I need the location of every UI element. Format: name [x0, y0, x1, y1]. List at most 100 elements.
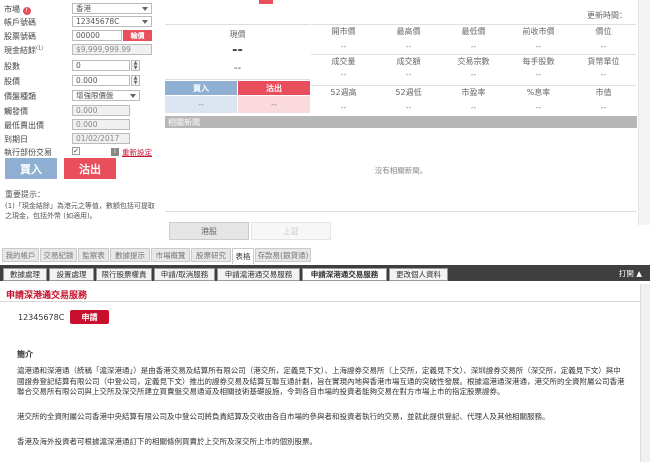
main-tab[interactable]: 存款易(銀貸通): [255, 248, 311, 262]
stat-header: 成交量: [311, 54, 376, 67]
section-divider: [0, 301, 640, 302]
news-empty-text: 沒有相關新聞。: [374, 166, 428, 175]
quote-buy-value: --: [165, 96, 237, 113]
form-tab[interactable]: 申請滬港通交易服務: [217, 268, 300, 281]
stat-header: 52週高: [311, 85, 376, 98]
account-label: 帳戶號碼: [4, 17, 36, 27]
stat-header: 開市價: [311, 24, 376, 37]
note-1: (1)「現金結餘」為港元之等值，數額包括可提取之現金，包括外幣 (如適用)。: [5, 202, 155, 220]
page-scrollbar[interactable]: [640, 284, 650, 462]
tab-hk-stocks[interactable]: 港股: [169, 222, 249, 240]
form-tab[interactable]: 申請深港通交易服務: [302, 268, 387, 281]
search-tab-edge: [259, 0, 273, 4]
stat-header: 市值: [571, 85, 636, 98]
trigger-label: 觸發價: [4, 106, 28, 116]
quote-panel: 更新時間： 現價 -- -- 買入 沽出 -- -- 開市價 最高價 最低價 前收市價…: [165, 0, 637, 240]
lowsell-label: 最低賣出價: [4, 120, 44, 130]
quote-buy-label: 買入: [165, 81, 237, 95]
intro-paragraph-2: 港交所的全資附屬公司香港中央結算有限公司及中登公司將負責結算及交收由各自市場的參…: [17, 412, 550, 421]
form-tab[interactable]: 限行股票權責: [96, 268, 152, 281]
stat-header: 最低價: [441, 24, 506, 37]
intro-paragraph-1: 滬港通和深港通（統稱「滬深港通」）是由香港交易及結算所有限公司（港交所，定義見下…: [17, 366, 625, 396]
stat-header: 52週低: [376, 85, 441, 98]
stat-value: --: [470, 42, 477, 51]
cash-value: $9,999,999.99: [72, 44, 152, 55]
form-tab-bar: 打開 ▲ 數據處理 設置處理 限行股票權責 申請/取消服務 申請滬港通交易服務 申請深港通…: [0, 265, 650, 281]
price-stepper[interactable]: ▲ ▼: [131, 75, 140, 86]
stat-value: --: [600, 70, 607, 79]
stat-value: --: [600, 103, 607, 112]
main-tab[interactable]: 市場概覽: [151, 248, 190, 262]
stat-header: 交易宗數: [441, 54, 506, 67]
stat-value: --: [470, 103, 477, 112]
stat-value: --: [535, 103, 542, 112]
intro-paragraph-3: 香港及海外投資者可根據滬深港通訂下的相關條例買賣於上交所及深交所上市的個別股票。: [17, 437, 317, 446]
apply-button[interactable]: 申請: [70, 310, 109, 324]
stat-value: --: [470, 70, 477, 79]
stock-input[interactable]: 00000: [72, 30, 122, 41]
expiry-input[interactable]: 01/02/2017: [72, 133, 130, 144]
qty-stepper[interactable]: ▲ ▼: [131, 60, 140, 71]
intro-title: 簡介: [17, 350, 33, 359]
news-area: 沒有相關新聞。: [165, 128, 637, 212]
service-section: 申請深港通交易服務 12345678C 申請 簡介 滬港通和深港通（統稱「滬深港…: [0, 281, 640, 462]
price-input[interactable]: 0.000: [72, 75, 130, 86]
main-tab[interactable]: 表格: [232, 248, 254, 264]
main-tab[interactable]: 數據提示: [110, 248, 150, 262]
sell-button[interactable]: 沽出: [64, 158, 116, 179]
partial-checkbox[interactable]: ✓: [72, 147, 80, 155]
price-block: 現價 -- --: [165, 24, 310, 80]
stat-value: --: [340, 70, 347, 79]
market-select[interactable]: 香港: [72, 3, 152, 14]
stat-header: %息率: [506, 85, 571, 98]
print-toggle[interactable]: 打開 ▲: [619, 268, 642, 279]
stat-header: 每手股數: [506, 54, 571, 67]
stat-value: --: [405, 103, 412, 112]
info-icon[interactable]: i: [111, 148, 119, 156]
stat-value: --: [535, 70, 542, 79]
form-tab[interactable]: 申請/取消服務: [154, 268, 215, 281]
order-type-select[interactable]: 增強限價盤: [72, 90, 140, 101]
quote-scrollbar[interactable]: [638, 0, 650, 225]
trigger-input[interactable]: 0.000: [72, 105, 130, 116]
stat-value: --: [405, 70, 412, 79]
price-main: --: [232, 43, 243, 58]
stat-header: 市盈率: [441, 85, 506, 98]
market-row: 市場 !: [4, 3, 70, 15]
main-tab-bar: 我的帳戶 交易紀錄 監察表 數據提示 市場概覽 股票研究 表格 存款易(銀貸通): [0, 247, 650, 264]
main-tab[interactable]: 我的帳戶: [2, 248, 39, 262]
qty-input[interactable]: 0: [72, 60, 130, 71]
quote-sell-value: --: [238, 96, 310, 113]
account-select[interactable]: 12345678C: [72, 16, 152, 27]
price-title: 現價: [229, 30, 246, 39]
expiry-label: 到期日: [4, 134, 28, 144]
form-tab[interactable]: 更改個人資料: [389, 268, 448, 281]
stat-header: 價位: [571, 24, 636, 37]
form-tab[interactable]: 數據處理: [3, 268, 47, 281]
stock-quote-button[interactable]: 輸價: [123, 30, 152, 41]
partial-label: 執行部份交易: [4, 147, 52, 157]
notes-title: 重要提示：: [5, 190, 45, 199]
main-tab[interactable]: 監察表: [78, 248, 109, 262]
stat-header: 最高價: [376, 24, 441, 37]
stat-header: 貨幣單位: [571, 54, 636, 67]
section-account: 12345678C: [18, 313, 65, 322]
stat-value: --: [340, 103, 347, 112]
stat-value: --: [405, 42, 412, 51]
stat-value: --: [600, 42, 607, 51]
news-header: 相關新聞: [165, 116, 637, 128]
buy-button[interactable]: 買入: [5, 158, 57, 179]
lowsell-input[interactable]: 0.000: [72, 119, 130, 130]
price-label: 股價: [4, 76, 20, 86]
main-tab[interactable]: 股票研究: [191, 248, 231, 262]
stat-header: 前收市價: [506, 24, 571, 37]
cash-label: 現金結餘(1): [4, 44, 44, 55]
form-tab[interactable]: 設置處理: [49, 268, 94, 281]
reset-link[interactable]: 重新設定: [122, 147, 152, 158]
tab-shanghai[interactable]: 上証: [251, 222, 331, 240]
info-icon[interactable]: !: [22, 6, 31, 15]
section-title: 申請深港通交易服務: [6, 291, 88, 301]
main-tab[interactable]: 交易紀錄: [40, 248, 77, 262]
stock-label: 股票號碼: [4, 31, 36, 41]
type-label: 價盤種類: [4, 91, 36, 101]
